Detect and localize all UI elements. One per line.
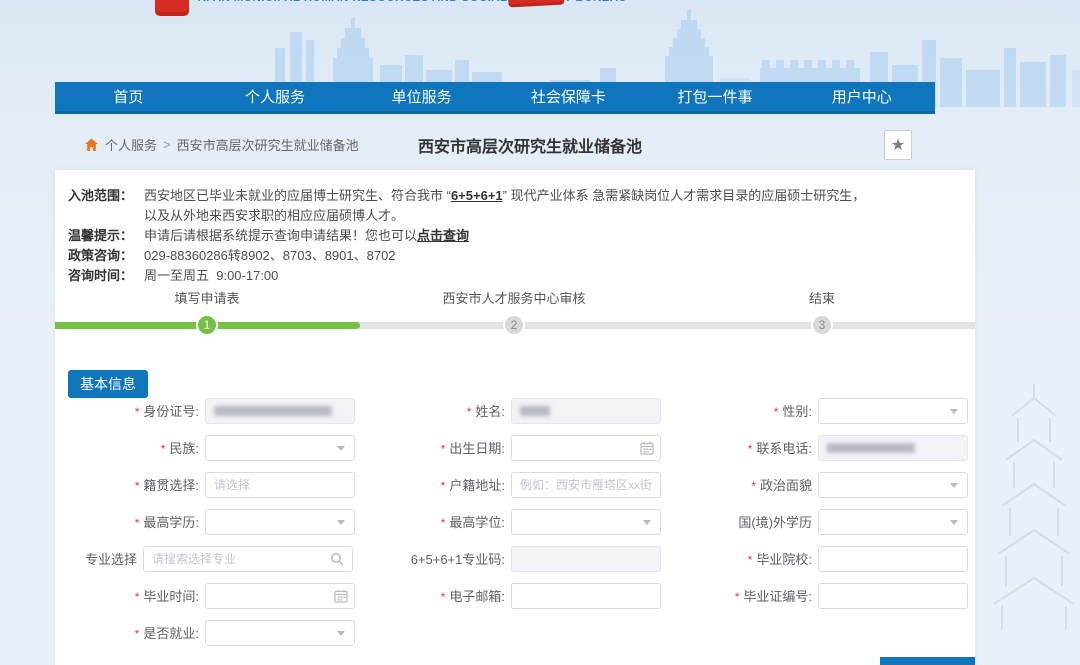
field-ethnicity: 民族: [55,434,355,461]
breadcrumb-current: 西安市高层次研究生就业储备池 [176,138,359,153]
step-3-dot: 3 [811,314,833,336]
calendar-icon [334,589,348,603]
graduation-date-input[interactable] [205,582,355,609]
field-id-number: 身份证号: [55,397,355,424]
nav-package-services[interactable]: 打包一件事 [642,82,789,111]
gender-select[interactable] [818,397,968,424]
masked-value [827,442,915,453]
home-icon [85,138,98,151]
field-highest-education: 最高学历: [55,508,355,535]
field-email: 电子邮箱: [355,582,662,609]
diploma-number-input[interactable] [818,582,968,609]
field-highest-degree: 最高学位: [355,508,662,535]
service-hours: 周一至周五 9:00-17:00 [144,268,279,283]
field-employment-status: 是否就业: [55,619,355,646]
email-input[interactable] [511,582,661,609]
ethnicity-select[interactable] [205,434,355,461]
search-icon [330,552,344,566]
scope-label: 入池范围： [68,188,134,203]
chevron-down-icon [337,445,345,451]
household-address-input[interactable] [511,471,661,498]
notice-tip: 温馨提示： 申请后请根据系统提示查询申请结果！您也可以点击查询 [68,226,962,246]
main-nav: 首页 个人服务 单位服务 社会保障卡 打包一件事 用户中心 [55,82,935,114]
step-1-dot: 1 [196,314,218,336]
notice-policy: 政策咨询： 029-88360286转8902、8703、8901、8702 [68,246,962,266]
national-emblem-icon [155,0,189,16]
field-major-select: 专业选择 [55,545,355,572]
field-native-place: 籍贯选择: [55,471,355,498]
chevron-down-icon [950,482,958,488]
major-search-input[interactable] [143,545,353,572]
masked-value [214,405,332,416]
content-card: 入池范围： 西安地区已毕业未就业的应届博士研究生、符合我市 “6+5+6+1” … [55,170,975,665]
graduate-school-input[interactable] [818,545,968,572]
nav-home[interactable]: 首页 [55,82,202,111]
step-3-label: 结束 [808,291,836,306]
time-label: 咨询时间： [68,268,134,283]
field-gender: 性别: [662,397,975,424]
field-overseas-education: 国(境)外学历 [662,508,975,535]
tip-label: 温馨提示： [68,228,134,243]
basic-info-form: 身份证号: 姓名: 性别: 民族: 出生日期: [55,392,975,651]
policy-label: 政策咨询： [68,248,134,263]
field-name: 姓名: [355,397,662,424]
favorite-button[interactable]: ★ [884,130,912,160]
breadcrumb-separator: > [163,137,171,152]
political-status-select[interactable] [818,471,968,498]
calendar-icon [640,441,654,455]
field-graduation-date: 毕业时间: [55,582,355,609]
field-phone: 联系电话: [662,434,975,461]
field-diploma-number: 毕业证编号: [662,582,975,609]
field-birth-date: 出生日期: [355,434,662,461]
name-input [511,397,661,424]
chevron-down-icon [643,519,651,525]
breadcrumb-parent[interactable]: 个人服务 [105,135,157,154]
field-major-code: 6+5+6+1专业码: [355,545,662,572]
chevron-down-icon [950,408,958,414]
submit-button[interactable] [880,657,975,665]
birth-date-input[interactable] [511,434,661,461]
nav-personal-services[interactable]: 个人服务 [202,82,349,111]
step-2-dot: 2 [503,314,525,336]
policy-phone: 029-88360286转8902、8703、8901、8702 [144,248,396,263]
star-icon: ★ [890,137,906,154]
industry-code: 6+5+6+1 [450,188,503,203]
notice-scope: 入池范围： 西安地区已毕业未就业的应届博士研究生、符合我市 “6+5+6+1” … [68,186,962,226]
masked-value [520,405,550,416]
breadcrumb: 个人服务 > 西安市高层次研究生就业储备池 [84,135,359,154]
employment-status-select[interactable] [205,619,355,646]
field-political-status: 政治面貌 [662,471,975,498]
check-result-link[interactable]: 点击查询 [417,228,469,243]
step-2-label: 西安市人才服务中心审核 [442,291,586,306]
phone-input [818,434,968,461]
native-place-input[interactable] [205,471,355,498]
highest-education-select[interactable] [205,508,355,535]
chevron-down-icon [950,519,958,525]
pagoda-watermark-graphic [993,384,1075,630]
id-number-input [205,397,355,424]
chevron-down-icon [337,519,345,525]
major-code-input [511,545,661,572]
header-red-badge-icon [507,0,565,8]
chevron-down-icon [337,630,345,636]
notice-block: 入池范围： 西安地区已毕业未就业的应届博士研究生、符合我市 “6+5+6+1” … [68,186,962,286]
field-household-address: 户籍地址: [355,471,662,498]
nav-user-center[interactable]: 用户中心 [788,82,935,111]
nav-social-security-card[interactable]: 社会保障卡 [495,82,642,111]
page-title: 西安市高层次研究生就业储备池 [417,139,643,156]
overseas-education-select[interactable] [818,508,968,535]
highest-degree-select[interactable] [511,508,661,535]
nav-employer-services[interactable]: 单位服务 [348,82,495,111]
page: XI'AN MUNICIPAL HUMAN RESOURCES AND SOCI… [0,0,1080,665]
step-1-label: 填写申请表 [174,291,240,306]
notice-time: 咨询时间： 周一至周五 9:00-17:00 [68,266,962,286]
field-graduate-school: 毕业院校: [662,545,975,572]
